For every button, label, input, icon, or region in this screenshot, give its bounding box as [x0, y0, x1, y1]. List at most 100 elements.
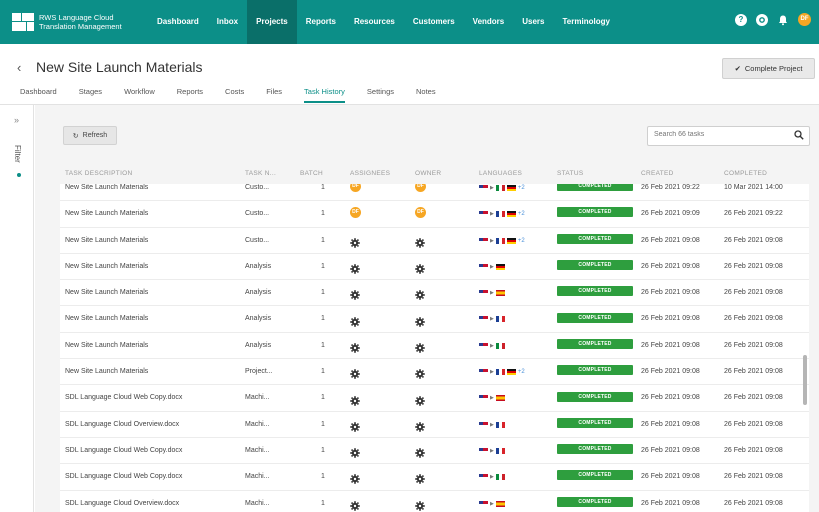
col-header-owner[interactable]: OWNER: [415, 170, 441, 177]
more-languages-count[interactable]: +2: [518, 359, 525, 385]
table-row[interactable]: SDL Language Cloud Web Copy.docx Machi...…: [60, 464, 809, 491]
batch-number: 1: [321, 446, 325, 454]
col-header-languages[interactable]: LANGUAGES: [479, 170, 522, 177]
tab-stages[interactable]: Stages: [79, 87, 102, 103]
task-description[interactable]: New Site Launch Materials: [65, 359, 148, 385]
table-row[interactable]: SDL Language Cloud Overview.docx Machi...…: [60, 490, 809, 512]
assignee-cell: [350, 491, 360, 512]
task-search-input[interactable]: [654, 131, 784, 138]
tab-notes[interactable]: Notes: [416, 87, 436, 103]
nav-reports[interactable]: Reports: [297, 0, 345, 44]
table-row[interactable]: New Site Launch Materials Analysis 1 ▶ COMPL…: [60, 253, 809, 281]
more-languages-count[interactable]: +2: [518, 184, 525, 201]
filter-panel-toggle[interactable]: » Filter: [0, 105, 34, 512]
task-description[interactable]: New Site Launch Materials: [65, 333, 148, 359]
created-date: 26 Feb 2021 09:08: [641, 262, 700, 270]
table-row[interactable]: SDL Language Cloud Web Copy.docx Machi...…: [60, 385, 809, 412]
assignee-avatar[interactable]: DF: [350, 184, 361, 192]
tab-costs[interactable]: Costs: [225, 87, 244, 103]
nav-dashboard[interactable]: Dashboard: [148, 0, 208, 44]
tab-settings[interactable]: Settings: [367, 87, 394, 103]
tab-reports[interactable]: Reports: [177, 87, 203, 103]
task-description[interactable]: SDL Language Cloud Web Copy.docx: [65, 385, 182, 411]
nav-vendors[interactable]: Vendors: [464, 0, 514, 44]
task-description[interactable]: SDL Language Cloud Web Copy.docx: [65, 438, 182, 464]
settings-icon[interactable]: [756, 13, 768, 26]
table-row[interactable]: New Site Launch Materials Analysis 1 ▶ COMPL…: [60, 280, 809, 307]
filter-active-indicator: [17, 173, 21, 177]
filter-label[interactable]: Filter: [13, 145, 22, 163]
table-row[interactable]: New Site Launch Materials Custo... 1 DF DF ▶ +…: [60, 184, 809, 202]
nav-resources[interactable]: Resources: [345, 0, 404, 44]
rws-logo-icon: [12, 13, 34, 31]
table-scrollbar[interactable]: [803, 355, 807, 405]
nav-customers[interactable]: Customers: [404, 0, 464, 44]
status-cell: COMPLETED: [557, 359, 633, 385]
user-avatar[interactable]: DF: [798, 13, 811, 26]
task-description[interactable]: New Site Launch Materials: [65, 306, 148, 332]
table-row[interactable]: New Site Launch Materials Analysis 1 ▶ COMPL…: [60, 332, 809, 360]
owner-avatar[interactable]: DF: [415, 206, 426, 218]
search-icon[interactable]: [794, 130, 804, 143]
task-name: Machi...: [245, 420, 270, 428]
col-header-batch[interactable]: BATCH: [300, 170, 323, 177]
app-logo[interactable]: RWS Language Cloud Translation Managemen…: [12, 13, 148, 31]
owner-avatar[interactable]: DF: [415, 184, 426, 192]
table-row[interactable]: New Site Launch Materials Analysis 1 ▶ COMPL…: [60, 306, 809, 333]
status-cell: COMPLETED: [557, 438, 633, 464]
assignee-cell: [350, 412, 360, 438]
nav-users[interactable]: Users: [513, 0, 553, 44]
languages-cell: ▶: [479, 491, 505, 512]
source-flag-us-icon: [479, 447, 488, 454]
source-flag-us-icon: [479, 185, 488, 191]
logo-line2: Translation Management: [39, 22, 122, 31]
tab-dashboard[interactable]: Dashboard: [20, 87, 57, 103]
task-name: Machi...: [245, 394, 270, 402]
assignee-cell: [350, 333, 360, 359]
completed-date: 26 Feb 2021 09:08: [724, 368, 783, 376]
status-cell: COMPLETED: [557, 228, 633, 254]
notifications-bell-icon[interactable]: [777, 14, 789, 26]
task-description[interactable]: SDL Language Cloud Overview.docx: [65, 491, 179, 512]
table-row[interactable]: New Site Launch Materials Project... 1 ▶ +2 C…: [60, 359, 809, 386]
col-header-task-name[interactable]: TASK N...: [245, 170, 276, 177]
task-description[interactable]: New Site Launch Materials: [65, 280, 148, 306]
task-description[interactable]: New Site Launch Materials: [65, 228, 148, 254]
table-row[interactable]: New Site Launch Materials Custo... 1 ▶ +2 COM…: [60, 227, 809, 254]
refresh-button[interactable]: ↻ Refresh: [63, 126, 117, 145]
task-description[interactable]: SDL Language Cloud Web Copy.docx: [65, 464, 182, 490]
nav-inbox[interactable]: Inbox: [208, 0, 247, 44]
double-chevron-right-icon[interactable]: »: [14, 115, 19, 125]
nav-terminology[interactable]: Terminology: [554, 0, 619, 44]
tab-workflow[interactable]: Workflow: [124, 87, 155, 103]
col-header-created[interactable]: CREATED: [641, 170, 674, 177]
nav-projects[interactable]: Projects: [247, 0, 297, 44]
help-icon[interactable]: ?: [735, 13, 747, 26]
created-date: 26 Feb 2021 09:22: [641, 184, 700, 191]
complete-project-button[interactable]: ✔ Complete Project: [722, 58, 815, 79]
task-description[interactable]: New Site Launch Materials: [65, 201, 148, 227]
table-row[interactable]: New Site Launch Materials Custo... 1 DF DF ▶ +…: [60, 201, 809, 228]
table-header: TASK DESCRIPTION TASK N... BATCH ASSIGNE…: [60, 166, 809, 181]
target-flag-fr-icon: [495, 447, 505, 454]
tab-files[interactable]: Files: [266, 87, 282, 103]
col-header-status[interactable]: STATUS: [557, 170, 583, 177]
assignee-avatar[interactable]: DF: [350, 206, 361, 218]
more-languages-count[interactable]: +2: [518, 201, 525, 227]
status-badge: COMPLETED: [557, 312, 633, 323]
table-row[interactable]: SDL Language Cloud Web Copy.docx Machi...…: [60, 437, 809, 465]
col-header-description[interactable]: TASK DESCRIPTION: [65, 170, 133, 177]
table-row[interactable]: SDL Language Cloud Overview.docx Machi...…: [60, 411, 809, 438]
created-date: 26 Feb 2021 09:08: [641, 473, 700, 481]
col-header-assignees[interactable]: ASSIGNEES: [350, 170, 390, 177]
back-chevron-icon[interactable]: ‹: [17, 60, 21, 75]
owner-cell: [415, 464, 425, 490]
more-languages-count[interactable]: +2: [518, 228, 525, 254]
task-description[interactable]: New Site Launch Materials: [65, 254, 148, 280]
task-name: Analysis: [245, 315, 272, 323]
tab-task-history[interactable]: Task History: [304, 87, 345, 103]
created-date: 26 Feb 2021 09:08: [641, 315, 700, 323]
task-description[interactable]: New Site Launch Materials: [65, 184, 148, 201]
col-header-completed[interactable]: COMPLETED: [724, 170, 767, 177]
task-description[interactable]: SDL Language Cloud Overview.docx: [65, 412, 179, 438]
